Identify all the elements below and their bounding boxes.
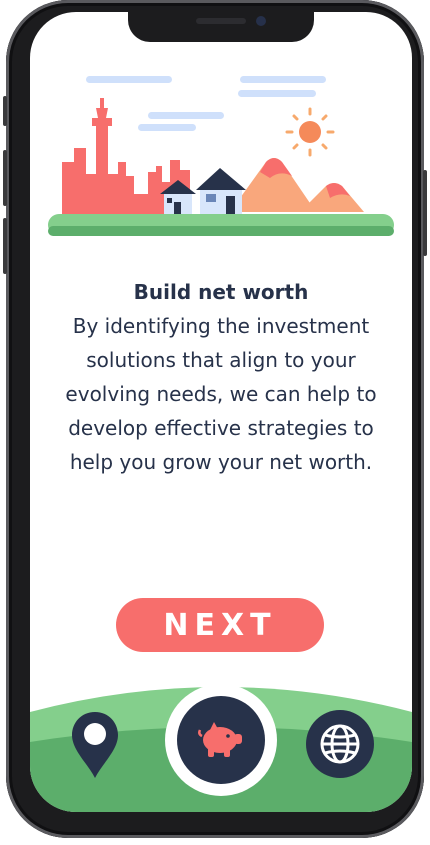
piggy-bank-icon bbox=[198, 722, 242, 757]
notch bbox=[128, 12, 314, 42]
cloud-icon bbox=[138, 124, 196, 131]
cloud-icon bbox=[238, 90, 316, 97]
onboarding-description: By identifying the investment solutions … bbox=[65, 314, 377, 474]
volume-up-button bbox=[3, 150, 7, 206]
onboarding-content: Build net worth By identifying the inves… bbox=[54, 278, 388, 479]
cloud-icon bbox=[148, 112, 224, 119]
location-pin-icon bbox=[72, 712, 118, 778]
power-button bbox=[423, 170, 427, 256]
city-skyline-illustration bbox=[48, 76, 394, 236]
mute-switch bbox=[3, 96, 7, 126]
phone-frame: Build net worth By identifying the inves… bbox=[3, 0, 427, 838]
globe-button[interactable] bbox=[306, 710, 374, 778]
next-button[interactable]: NEXT bbox=[116, 598, 324, 652]
house-icon bbox=[196, 168, 246, 216]
location-pin-button[interactable] bbox=[70, 710, 120, 780]
cloud-icon bbox=[240, 76, 326, 83]
front-camera bbox=[256, 16, 266, 26]
globe-icon bbox=[320, 724, 360, 764]
sun-icon bbox=[285, 107, 335, 157]
onboarding-title: Build net worth bbox=[133, 280, 309, 304]
volume-down-button bbox=[3, 218, 7, 274]
piggy-bank-button[interactable] bbox=[165, 684, 277, 796]
app-screen: Build net worth By identifying the inves… bbox=[30, 12, 412, 812]
speaker-grille bbox=[196, 18, 246, 24]
cloud-icon bbox=[86, 76, 172, 83]
